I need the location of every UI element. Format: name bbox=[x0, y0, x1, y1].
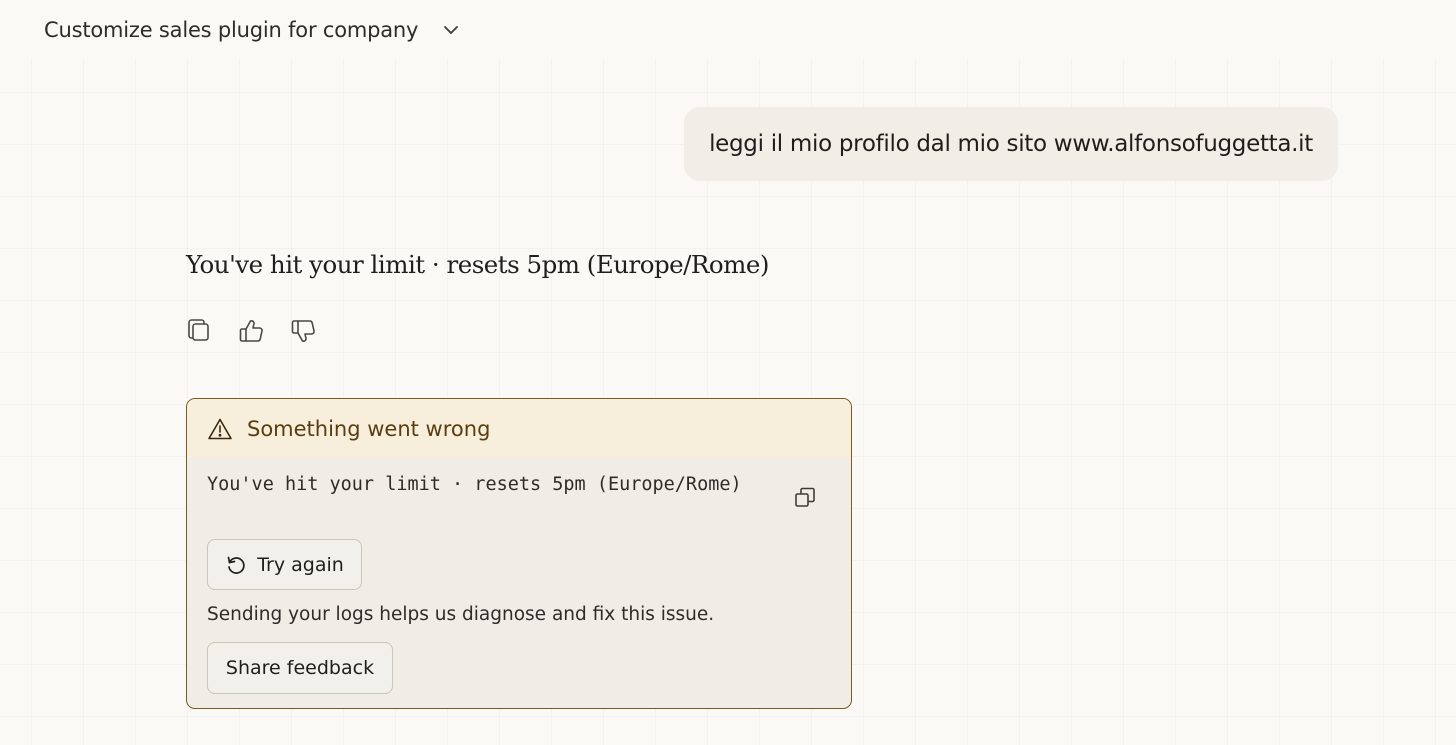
assistant-message-text: You've hit your limit · resets 5pm (Euro… bbox=[186, 250, 769, 279]
try-again-label: Try again bbox=[257, 553, 344, 576]
retry-icon bbox=[225, 554, 247, 576]
error-card: Something went wrong You've hit your lim… bbox=[186, 398, 852, 709]
try-again-button[interactable]: Try again bbox=[207, 539, 362, 590]
thumbs-up-icon[interactable] bbox=[238, 317, 264, 345]
share-feedback-label: Share feedback bbox=[225, 657, 375, 679]
error-title: Something went wrong bbox=[247, 416, 491, 441]
error-code-text: You've hit your limit · resets 5pm (Euro… bbox=[207, 474, 742, 495]
error-header: Something went wrong bbox=[187, 399, 851, 458]
share-feedback-button[interactable]: Share feedback bbox=[207, 642, 393, 694]
copy-icon[interactable] bbox=[186, 317, 212, 345]
conversation-title-dropdown[interactable]: Customize sales plugin for company bbox=[44, 14, 462, 46]
chevron-down-icon[interactable] bbox=[440, 19, 462, 41]
thumbs-down-icon[interactable] bbox=[290, 317, 316, 345]
logs-help-text: Sending your logs helps us diagnose and … bbox=[207, 604, 715, 625]
copy-error-icon[interactable] bbox=[793, 485, 817, 509]
user-message-text: leggi il mio profilo dal mio sito www.al… bbox=[709, 131, 1313, 157]
top-bar: Customize sales plugin for company bbox=[0, 0, 1456, 58]
warning-triangle-icon bbox=[207, 417, 233, 441]
user-message-bubble: leggi il mio profilo dal mio sito www.al… bbox=[684, 107, 1338, 181]
conversation-title: Customize sales plugin for company bbox=[44, 18, 419, 42]
message-actions bbox=[186, 317, 316, 345]
